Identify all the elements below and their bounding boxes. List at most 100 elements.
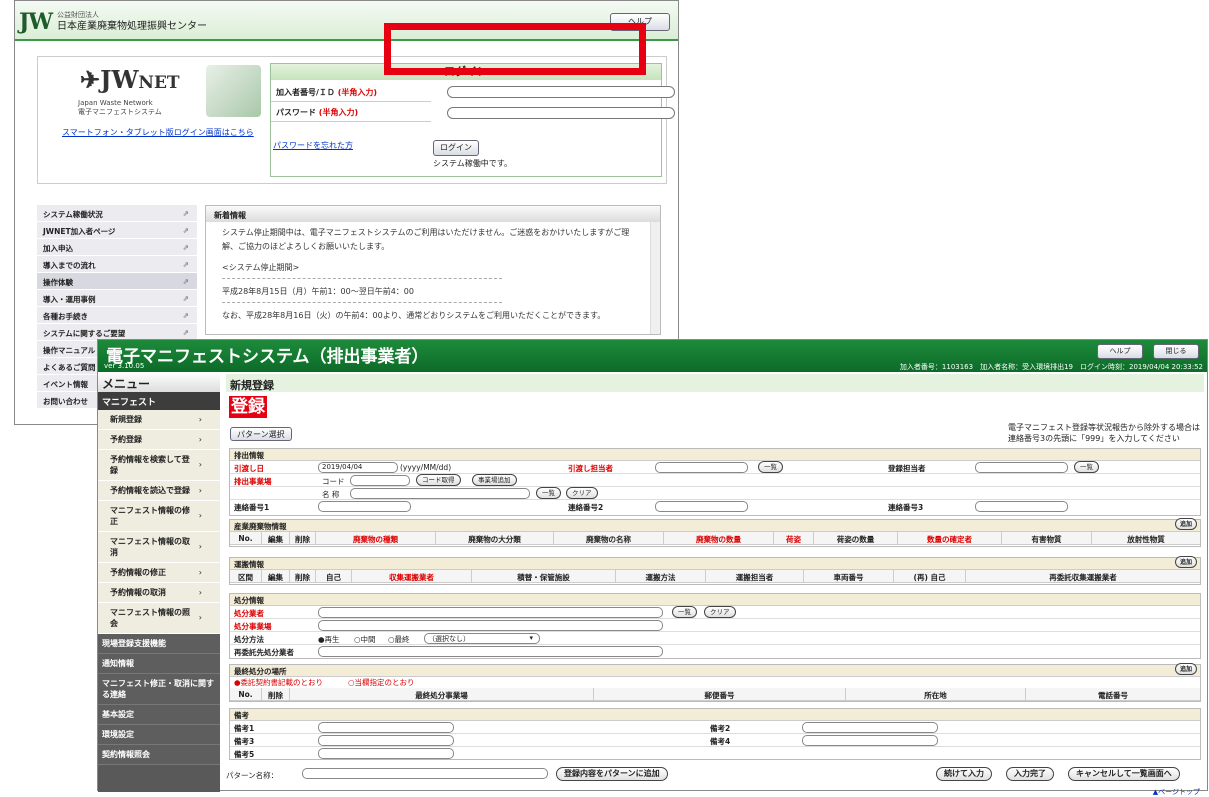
add-button[interactable]: 追加 xyxy=(1174,556,1197,568)
menu-item-load-reserve[interactable]: 予約情報を読込で登録 › xyxy=(98,481,220,501)
get-code-button[interactable]: コード取得 xyxy=(416,474,461,486)
login-button[interactable]: ログイン xyxy=(433,140,479,156)
side-item-5[interactable]: 導入・運用事例 ⇗ xyxy=(37,290,197,307)
disposal-site-input[interactable] xyxy=(318,620,663,631)
menu-basic-settings[interactable]: 基本設定 xyxy=(98,705,220,725)
side-item-3[interactable]: 導入までの流れ ⇗ xyxy=(37,256,197,273)
specified-radio[interactable]: ○当欄指定のとおり xyxy=(348,677,415,688)
contact-no3-input[interactable] xyxy=(975,501,1068,512)
column-header: 削除 xyxy=(290,570,316,582)
pattern-select-button[interactable]: パターン選択 xyxy=(230,427,292,441)
menu-item-new[interactable]: 新規登録 › xyxy=(98,410,220,430)
list-button[interactable]: 一覧 xyxy=(672,606,697,618)
method-recycle-radio[interactable]: ●再生 xyxy=(318,634,340,645)
remark2-input[interactable] xyxy=(802,722,938,733)
password-input[interactable] xyxy=(447,107,675,119)
section-header: 排出情報 xyxy=(230,449,1200,461)
section-header: 産業廃棄物情報 追加 xyxy=(230,518,1200,532)
method-select[interactable]: （選択なし） ▾ xyxy=(424,633,540,644)
chevron-right-icon: › xyxy=(198,485,202,495)
add-site-button[interactable]: 事業場追加 xyxy=(472,474,517,486)
news-line: <システム停止期間> xyxy=(222,263,300,272)
add-pattern-button[interactable]: 登録内容をパターンに追加 xyxy=(556,767,668,781)
clear-button[interactable]: クリア xyxy=(566,487,598,499)
column-header: 運搬担当者 xyxy=(706,570,804,582)
help-button[interactable]: ヘルプ xyxy=(1097,344,1143,359)
contact-no3-label: 連絡番号3 xyxy=(888,503,924,512)
org-name: 公益財団法人 日本産業廃棄物処理振興センター xyxy=(57,10,207,32)
side-item-4[interactable]: 操作体験 ⇗ xyxy=(37,273,197,290)
chevron-right-icon: › xyxy=(198,613,202,622)
form-row: 再委託先処分業者 xyxy=(230,645,1200,658)
name-input[interactable] xyxy=(350,488,530,499)
side-label: お問い合わせ xyxy=(43,397,88,406)
menu-env-settings[interactable]: 環境設定 xyxy=(98,725,220,745)
news-scrollbar[interactable] xyxy=(650,222,660,334)
news-panel: 新着情報 システム停止期間中は、電子マニフェストシステムのご利用はいただけません… xyxy=(205,205,661,335)
menu-label: 予約情報の取消 xyxy=(110,588,166,597)
list-button[interactable]: 一覧 xyxy=(758,461,783,473)
registrar-input[interactable] xyxy=(975,462,1068,473)
add-button[interactable]: 追加 xyxy=(1174,663,1197,675)
section-header: 処分情報 xyxy=(230,594,1200,606)
handover-date-input[interactable]: 2019/04/04 xyxy=(318,462,398,473)
pattern-name-input[interactable] xyxy=(302,768,548,779)
menu-item-cancel[interactable]: マニフェスト情報の取消 › xyxy=(98,532,220,563)
side-label: 導入までの流れ xyxy=(43,261,96,270)
subcontract-input[interactable] xyxy=(318,646,663,657)
forgot-password-link[interactable]: パスワードを忘れた方 xyxy=(273,140,353,151)
list-button[interactable]: 一覧 xyxy=(536,487,561,499)
menu-item-search-reserve[interactable]: 予約情報を検索して登録 › xyxy=(98,450,220,481)
menu-item-cancel-reserve[interactable]: 予約情報の取消 › xyxy=(98,583,220,603)
smartphone-login-link[interactable]: スマートフォン・タブレット版ログイン画面はこちら xyxy=(62,127,254,138)
side-item-1[interactable]: JWNET加入者ページ ⇗ xyxy=(37,222,197,239)
side-item-0[interactable]: システム稼働状況 ⇗ xyxy=(37,205,197,222)
remark4-input[interactable] xyxy=(802,735,938,746)
menu-heading: メニュー xyxy=(98,372,220,392)
continue-button[interactable]: 続けて入力 xyxy=(936,767,992,781)
menu-notifications[interactable]: 通知情報 xyxy=(98,654,220,674)
remark1-label: 備考1 xyxy=(234,724,255,733)
external-link-icon: ⇗ xyxy=(182,226,189,235)
jwnet-logo-area: ✈JWNET Japan Waste Network 電子マニフェストシステム ス… xyxy=(38,57,272,183)
list-button[interactable]: 一覧 xyxy=(1074,461,1099,473)
side-item-2[interactable]: 加入申込 ⇗ xyxy=(37,239,197,256)
highlight-frame xyxy=(384,23,646,75)
page-top-link[interactable]: ▲ページトップ xyxy=(1153,787,1200,797)
done-button[interactable]: 入力完了 xyxy=(1006,767,1054,781)
method-intermediate-radio[interactable]: ○中間 xyxy=(354,634,376,645)
news-title: 新着情報 xyxy=(206,206,660,222)
side-item-6[interactable]: 各種お手続き ⇗ xyxy=(37,307,197,324)
cancel-button[interactable]: キャンセルして一覧画面へ xyxy=(1068,767,1180,781)
contact-no2-input[interactable] xyxy=(655,501,748,512)
remark1-input[interactable] xyxy=(318,722,454,733)
menu-item-edit[interactable]: マニフェスト情報の修正 › xyxy=(98,501,220,532)
emission-section: 排出情報 引渡し日 2019/04/04 (yyyy/MM/dd) 引渡し担当者… xyxy=(229,448,1201,516)
menu-site-support[interactable]: 現場登録支援機能 xyxy=(98,634,220,654)
side-label: JWNET加入者ページ xyxy=(43,227,116,236)
menu-edit-contact[interactable]: マニフェスト修正・取消に関する連絡 xyxy=(98,674,220,705)
menu-item-edit-reserve[interactable]: 予約情報の修正 › xyxy=(98,563,220,583)
menu-item-inquiry[interactable]: マニフェスト情報の照会 › xyxy=(98,603,220,634)
code-input[interactable] xyxy=(350,475,410,486)
jwnet-jp-sub: 電子マニフェストシステム xyxy=(78,108,162,116)
menu-item-reserve[interactable]: 予約登録 › xyxy=(98,430,220,450)
handover-person-input[interactable] xyxy=(655,462,748,473)
remark5-input[interactable] xyxy=(318,748,454,759)
method-final-radio[interactable]: ○最終 xyxy=(388,634,410,645)
external-link-icon: ⇗ xyxy=(182,294,189,303)
id-input[interactable] xyxy=(447,86,675,98)
external-link-icon: ⇗ xyxy=(182,260,189,269)
remark5-label: 備考5 xyxy=(234,750,255,759)
menu-contract-info[interactable]: 契約情報照会 xyxy=(98,745,220,765)
close-button[interactable]: 閉じる xyxy=(1153,344,1199,359)
disposer-input[interactable] xyxy=(318,607,663,618)
add-button[interactable]: 追加 xyxy=(1174,518,1197,530)
manifest-header: 電子マニフェストシステム（排出事業者） ver 3.10.05 ヘルプ 閉じる … xyxy=(98,340,1207,372)
clear-button[interactable]: クリア xyxy=(704,606,736,618)
contract-radio[interactable]: ●委託契約書記載のとおり xyxy=(234,677,323,688)
remark3-input[interactable] xyxy=(318,735,454,746)
version: ver 3.10.05 xyxy=(104,362,145,370)
exclusion-note: 電子マニフェスト登録等状況報告から除外する場合は 連絡番号3の先頭に「999」を入… xyxy=(1008,422,1200,444)
contact-no1-input[interactable] xyxy=(318,501,411,512)
